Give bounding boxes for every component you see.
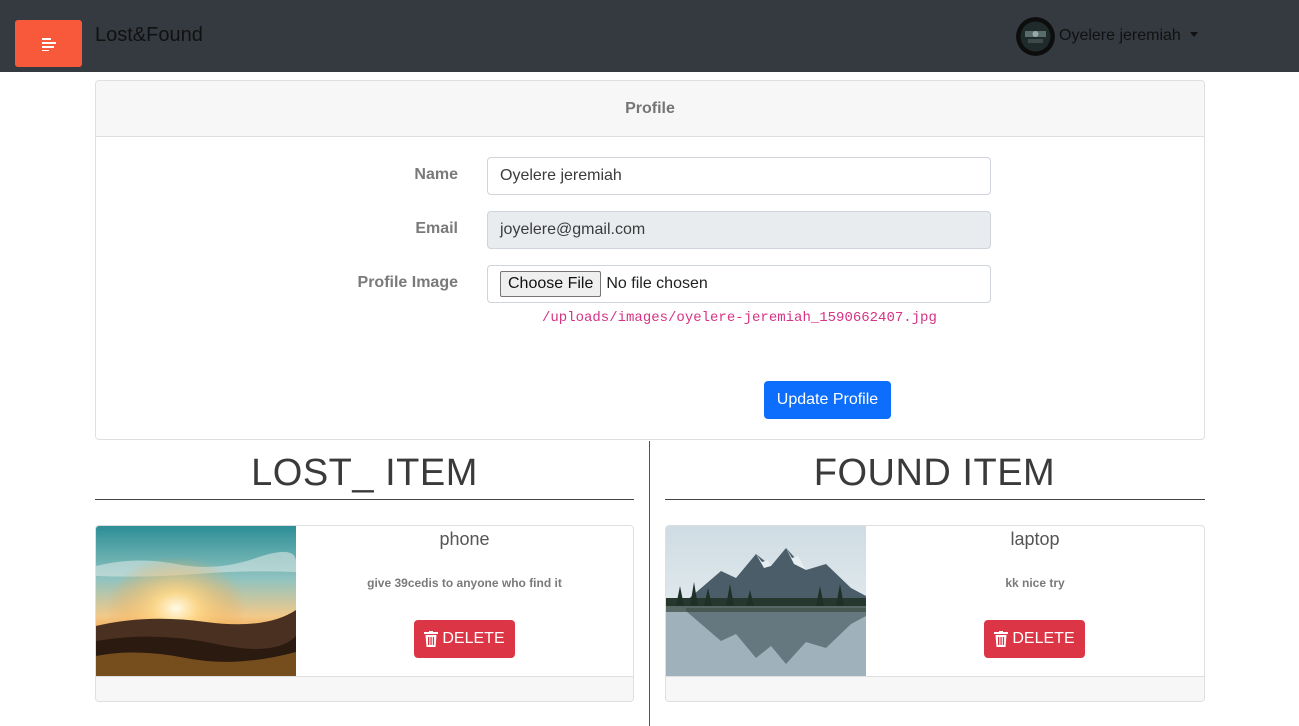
- name-field[interactable]: Oyelere jeremiah: [487, 157, 991, 195]
- name-field-value: Oyelere jeremiah: [500, 167, 622, 184]
- lost-item-delete-button[interactable]: DELETE: [414, 620, 515, 658]
- lost-heading-rule: [95, 499, 634, 500]
- chevron-down-icon: [1189, 31, 1198, 37]
- lost-item-description: give 39cedis to anyone who find it: [367, 576, 562, 590]
- found-item-description: kk nice try: [1005, 576, 1065, 590]
- lost-item-card-footer: [96, 676, 633, 701]
- email-field-value: joyelere@gmail.com: [500, 221, 646, 238]
- top-navbar: Lost&Found Oyelere jeremiah: [0, 0, 1299, 72]
- name-label: Name: [414, 166, 458, 183]
- lost-item-heading: LOST_ ITEM: [251, 452, 478, 494]
- brand-title[interactable]: Lost&Found: [95, 24, 203, 47]
- found-item-delete-button[interactable]: DELETE: [984, 620, 1085, 658]
- user-menu[interactable]: Oyelere jeremiah: [1016, 16, 1198, 56]
- choose-file-button[interactable]: Choose File: [500, 271, 602, 297]
- found-heading-rule: [665, 499, 1205, 500]
- profile-card: Profile Name Oyelere jeremiah Email joye…: [95, 80, 1205, 440]
- lost-item-card: phone give 39cedis to anyone who find it…: [95, 525, 634, 702]
- found-item-image: [666, 526, 866, 676]
- delete-label: DELETE: [442, 630, 505, 647]
- found-item-card: laptop kk nice try DELETE: [665, 525, 1205, 702]
- trash-icon: [424, 631, 439, 647]
- update-profile-button[interactable]: Update Profile: [764, 381, 891, 419]
- profile-image-path: /uploads/images/oyelere-jeremiah_1590662…: [542, 310, 937, 326]
- profile-image-label: Profile Image: [357, 274, 458, 291]
- email-field: joyelere@gmail.com: [487, 211, 991, 249]
- menu-toggle-button[interactable]: [15, 20, 82, 67]
- found-item-heading: FOUND ITEM: [813, 452, 1056, 494]
- avatar: [1016, 16, 1055, 56]
- found-item-title: laptop: [1010, 529, 1060, 549]
- email-label: Email: [415, 220, 458, 237]
- delete-label: DELETE: [1012, 630, 1075, 647]
- trash-icon: [994, 631, 1009, 647]
- file-status-text: No file chosen: [606, 275, 708, 292]
- section-divider: [649, 441, 650, 726]
- lost-item-image: [96, 526, 296, 676]
- lost-item-title: phone: [439, 529, 490, 549]
- found-item-card-footer: [666, 676, 1204, 701]
- menu-icon: [41, 37, 56, 51]
- profile-image-file-input[interactable]: Choose File No file chosen: [487, 265, 991, 303]
- user-name: Oyelere jeremiah: [1059, 27, 1181, 44]
- profile-card-header: Profile: [96, 81, 1204, 137]
